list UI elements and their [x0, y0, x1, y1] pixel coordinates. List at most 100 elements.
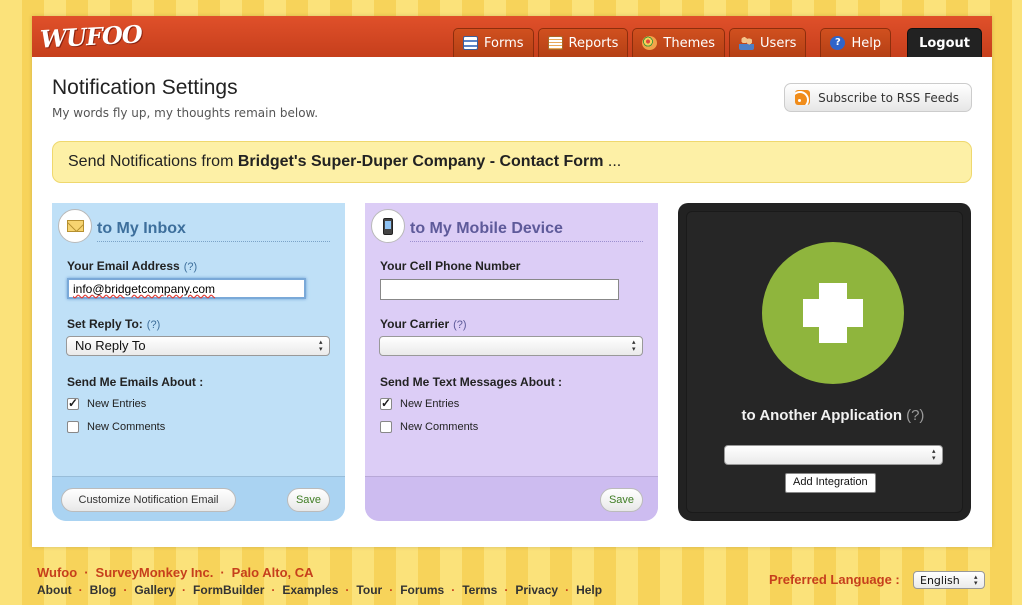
- mobile-new-comments-checkbox[interactable]: [380, 421, 392, 433]
- inbox-panel-title: to My Inbox: [97, 220, 330, 242]
- tab-themes[interactable]: Themes: [632, 28, 726, 57]
- integration-panel: to Another Application(?) Add Integratio…: [678, 203, 971, 521]
- new-comments-checkbox[interactable]: [67, 421, 79, 433]
- footer-separator: ·: [182, 583, 187, 597]
- customize-notification-email-button[interactable]: Customize Notification Email: [61, 488, 236, 512]
- tab-users[interactable]: Users: [729, 28, 807, 57]
- footer-separator: ·: [345, 583, 350, 597]
- new-comments-option[interactable]: New Comments: [67, 421, 165, 433]
- footer-surveymonkey[interactable]: SurveyMonkey Inc.: [96, 565, 214, 580]
- mobile-new-entries-option[interactable]: New Entries: [380, 396, 460, 410]
- email-address-label-text: Your Email Address: [67, 259, 180, 273]
- tab-forms[interactable]: Forms: [453, 28, 534, 57]
- mobile-new-comments-option[interactable]: New Comments: [380, 421, 478, 433]
- main-window: WUFOO Forms Reports Themes Users ? Help: [32, 16, 992, 547]
- footer-link-help[interactable]: Help: [576, 583, 602, 597]
- carrier-label: Your Carrier (?): [380, 317, 467, 331]
- footer-wufoo[interactable]: Wufoo: [37, 565, 77, 580]
- page-subtitle: My words fly up, my thoughts remain belo…: [52, 106, 319, 120]
- footer-separator: ·: [565, 583, 570, 597]
- footer-link-blog[interactable]: Blog: [90, 583, 117, 597]
- integration-select[interactable]: [724, 445, 943, 465]
- envelope-icon-badge: [58, 209, 92, 243]
- footer-separator: ·: [271, 583, 276, 597]
- inbox-panel-footer: Customize Notification Email Save: [52, 476, 345, 521]
- footer-link-about[interactable]: About: [37, 583, 72, 597]
- tab-users-label: Users: [760, 35, 797, 51]
- reply-to-label: Set Reply To: (?): [67, 317, 160, 331]
- email-address-value: info@bridgetcompany.com: [73, 282, 216, 296]
- footer-separator: ·: [220, 565, 225, 580]
- mobile-new-entries-checkbox[interactable]: [380, 396, 392, 410]
- tab-help[interactable]: ? Help: [820, 28, 892, 57]
- footer-separator: ·: [84, 565, 89, 580]
- inbox-save-button[interactable]: Save: [287, 488, 330, 512]
- reports-icon: [547, 36, 563, 50]
- language-select[interactable]: English: [913, 571, 985, 589]
- text-messages-about-label: Send Me Text Messages About :: [380, 375, 563, 389]
- footer-link-examples[interactable]: Examples: [282, 583, 338, 597]
- add-integration-button[interactable]: Add Integration: [785, 473, 876, 493]
- carrier-help-link[interactable]: (?): [453, 319, 466, 331]
- footer-link-privacy[interactable]: Privacy: [515, 583, 558, 597]
- reply-to-select[interactable]: No Reply To: [66, 336, 330, 356]
- email-address-input[interactable]: info@bridgetcompany.com: [67, 278, 306, 299]
- banner-form-name[interactable]: Bridget's Super-Duper Company - Contact …: [238, 153, 604, 170]
- new-comments-label: New Comments: [87, 421, 166, 433]
- rss-icon: [795, 90, 811, 105]
- carrier-label-text: Your Carrier: [380, 317, 450, 331]
- footer-separator: ·: [504, 583, 509, 597]
- reply-to-help-link[interactable]: (?): [147, 319, 160, 331]
- tab-themes-label: Themes: [663, 35, 716, 51]
- mobile-panel-title: to My Mobile Device: [410, 220, 643, 242]
- mobile-save-button[interactable]: Save: [600, 488, 643, 512]
- footer-link-formbuilder[interactable]: FormBuilder: [193, 583, 264, 597]
- footer-link-forums[interactable]: Forums: [400, 583, 444, 597]
- preferred-language-label: Preferred Language :: [769, 572, 900, 587]
- tab-reports-label: Reports: [568, 35, 619, 51]
- mobile-new-entries-label: New Entries: [400, 398, 460, 410]
- footer-link-gallery[interactable]: Gallery: [134, 583, 175, 597]
- mobile-panel-footer: Save: [365, 476, 658, 521]
- mobile-phone-icon: [383, 217, 393, 235]
- tab-forms-label: Forms: [484, 35, 524, 51]
- banner-ellipsis[interactable]: ...: [603, 153, 621, 170]
- subscribe-rss-button[interactable]: Subscribe to RSS Feeds: [784, 83, 972, 112]
- add-integration-plus-icon[interactable]: [762, 242, 904, 384]
- footer-links: About · Blog · Gallery · FormBuilder · Examp…: [37, 583, 602, 597]
- users-icon: [739, 36, 755, 50]
- themes-icon: [642, 36, 658, 50]
- page-title: Notification Settings: [52, 76, 238, 99]
- footer-company-line: Wufoo · SurveyMonkey Inc. · Palo Alto, C…: [37, 565, 602, 580]
- new-entries-label: New Entries: [87, 398, 147, 410]
- footer-link-terms[interactable]: Terms: [462, 583, 497, 597]
- wufoo-logo[interactable]: WUFOO: [39, 19, 142, 53]
- main-nav: Forms Reports Themes Users ? Help Logout: [453, 28, 982, 57]
- logout-button[interactable]: Logout: [907, 28, 982, 57]
- mobile-panel: to My Mobile Device Your Cell Phone Numb…: [365, 203, 658, 521]
- integration-help-link[interactable]: (?): [906, 407, 924, 424]
- footer-separator: ·: [78, 583, 83, 597]
- email-address-label: Your Email Address (?): [67, 259, 197, 273]
- footer: Wufoo · SurveyMonkey Inc. · Palo Alto, C…: [37, 565, 602, 597]
- top-bar: WUFOO Forms Reports Themes Users ? Help: [32, 16, 992, 57]
- tab-reports[interactable]: Reports: [537, 28, 629, 57]
- tab-help-label: Help: [851, 35, 882, 51]
- footer-separator: ·: [451, 583, 456, 597]
- banner-prefix: Send Notifications from: [68, 153, 238, 170]
- inbox-panel: to My Inbox Your Email Address (?) info@b…: [52, 203, 345, 521]
- help-icon: ?: [830, 36, 846, 50]
- footer-separator: ·: [123, 583, 128, 597]
- new-entries-checkbox[interactable]: [67, 396, 79, 410]
- email-help-link[interactable]: (?): [184, 261, 197, 273]
- integration-title-text: to Another Application: [741, 407, 903, 424]
- carrier-select[interactable]: [379, 336, 643, 356]
- reply-to-label-text: Set Reply To:: [67, 317, 143, 331]
- cell-phone-input[interactable]: [380, 279, 619, 300]
- new-entries-option[interactable]: New Entries: [67, 396, 147, 410]
- envelope-icon: [66, 220, 84, 232]
- footer-link-tour[interactable]: Tour: [356, 583, 382, 597]
- footer-separator: ·: [389, 583, 394, 597]
- forms-icon: [463, 36, 478, 50]
- cell-phone-label: Your Cell Phone Number: [380, 259, 521, 273]
